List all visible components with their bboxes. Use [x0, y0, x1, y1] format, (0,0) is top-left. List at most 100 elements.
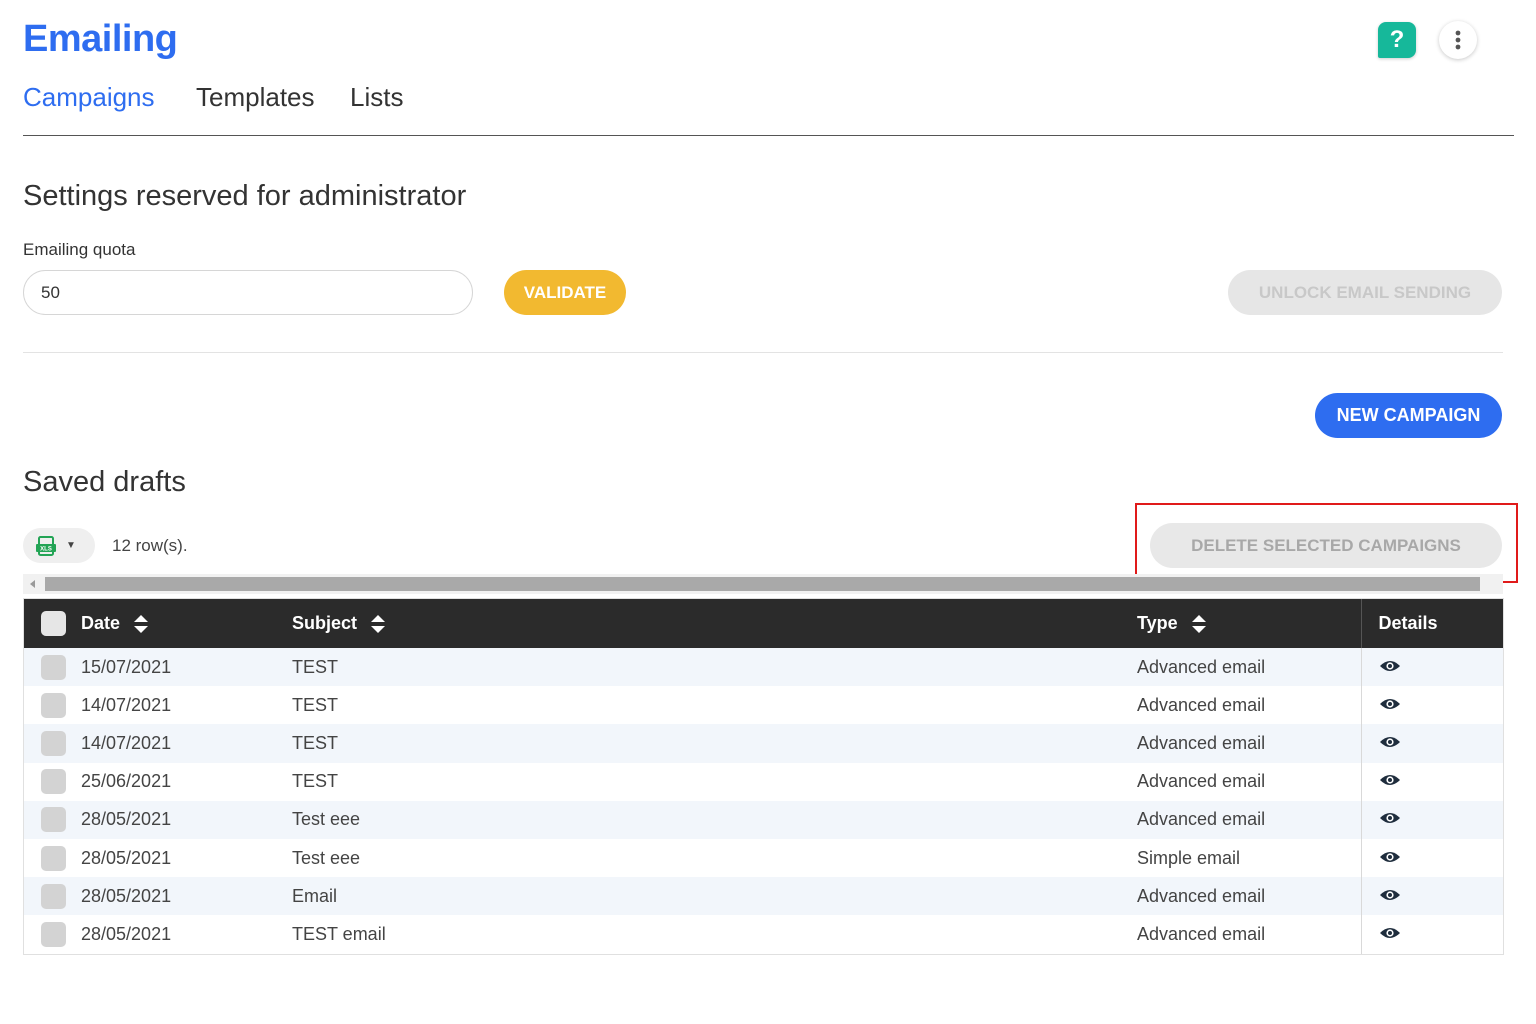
- table-row[interactable]: 14/07/2021 TEST Advanced email: [24, 686, 1503, 725]
- emailing-quota-label: Emailing quota: [23, 240, 136, 259]
- row-checkbox[interactable]: [41, 654, 66, 680]
- cell-date: 28/05/2021: [81, 923, 172, 944]
- more-options-button[interactable]: [1439, 21, 1477, 59]
- eye-icon[interactable]: [1379, 735, 1401, 749]
- row-select-cell: [24, 724, 81, 762]
- drafts-table: Date Subject Type Details 15/07/2021 TES…: [23, 598, 1504, 955]
- cell-subject: TEST: [292, 656, 339, 677]
- emailing-page: Emailing ? Campaigns Templates Lists Set…: [0, 0, 1536, 1024]
- select-all-checkbox[interactable]: [41, 611, 66, 636]
- cell-subject: Email: [292, 885, 338, 906]
- row-checkbox[interactable]: [41, 730, 66, 756]
- scrollbar-thumb[interactable]: [45, 577, 1480, 591]
- sort-icon: [134, 615, 149, 634]
- column-header-type[interactable]: Type: [1137, 599, 1361, 648]
- tab-lists[interactable]: Lists: [350, 82, 403, 113]
- tabs-divider: [23, 135, 1514, 136]
- export-dropdown-button[interactable]: XLS ▼: [23, 528, 95, 563]
- sort-icon: [371, 615, 386, 634]
- cell-date: 15/07/2021: [81, 656, 172, 677]
- row-count: 12 row(s).: [112, 536, 188, 555]
- tab-campaigns[interactable]: Campaigns: [23, 82, 155, 113]
- admin-settings-title: Settings reserved for administrator: [23, 180, 467, 212]
- cell-details: [1360, 915, 1503, 954]
- vertical-dots-icon: [1455, 30, 1461, 50]
- table-row[interactable]: 28/05/2021 TEST email Advanced email: [24, 915, 1503, 954]
- cell-subject: TEST: [292, 732, 339, 753]
- new-campaign-button[interactable]: NEW CAMPAIGN: [1315, 393, 1502, 438]
- row-select-cell: [24, 877, 81, 915]
- cell-details: [1360, 838, 1503, 878]
- cell-subject: TEST: [292, 771, 339, 792]
- cell-subject: Test eee: [292, 847, 361, 868]
- scroll-left-arrow-icon[interactable]: [30, 580, 35, 588]
- table-row[interactable]: 15/07/2021 TEST Advanced email: [24, 648, 1503, 687]
- admin-divider: [23, 352, 1503, 353]
- table-row[interactable]: 28/05/2021 Test eee Advanced email: [24, 800, 1503, 839]
- cell-date: 25/06/2021: [81, 771, 172, 792]
- cell-date: 14/07/2021: [81, 694, 172, 715]
- eye-icon[interactable]: [1379, 773, 1401, 787]
- tab-templates[interactable]: Templates: [196, 82, 315, 113]
- column-header-details-label: Details: [1378, 613, 1438, 633]
- table-row[interactable]: 28/05/2021 Email Advanced email: [24, 877, 1503, 916]
- cell-subject: TEST: [292, 694, 339, 715]
- cell-type: Advanced email: [1137, 923, 1266, 944]
- cell-details: [1360, 724, 1503, 763]
- row-select-cell: [24, 839, 81, 877]
- table-row[interactable]: 28/05/2021 Test eee Simple email: [24, 838, 1503, 878]
- table-row[interactable]: 14/07/2021 TEST Advanced email: [24, 724, 1503, 763]
- cell-details: [1360, 800, 1503, 839]
- unlock-email-sending-button[interactable]: UNLOCK EMAIL SENDING: [1228, 270, 1502, 315]
- row-select-cell: [24, 686, 81, 724]
- column-header-subject[interactable]: Subject: [292, 599, 1137, 648]
- table-row[interactable]: 25/06/2021 TEST Advanced email: [24, 762, 1503, 801]
- row-select-cell: [24, 801, 81, 839]
- eye-icon[interactable]: [1379, 888, 1401, 902]
- row-checkbox[interactable]: [41, 692, 66, 718]
- eye-icon[interactable]: [1379, 811, 1401, 825]
- help-icon: ?: [1389, 26, 1405, 53]
- app-title: Emailing: [23, 18, 178, 60]
- row-checkbox[interactable]: [41, 883, 66, 909]
- highlight-annotation-box: [1135, 503, 1518, 583]
- row-checkbox[interactable]: [41, 921, 66, 947]
- row-checkbox[interactable]: [41, 845, 66, 871]
- cell-details: [1360, 877, 1503, 916]
- cell-subject: TEST email: [292, 923, 386, 944]
- saved-drafts-title: Saved drafts: [23, 466, 186, 498]
- cell-date: 28/05/2021: [81, 847, 172, 868]
- cell-type: Simple email: [1137, 847, 1241, 868]
- row-select-cell: [24, 763, 81, 801]
- cell-date: 28/05/2021: [81, 885, 172, 906]
- spreadsheet-export-icon: XLS: [36, 535, 56, 556]
- table-header-row: Date Subject Type Details: [24, 599, 1503, 648]
- eye-icon[interactable]: [1379, 850, 1401, 864]
- sort-icon: [1191, 615, 1206, 634]
- emailing-quota-input[interactable]: [23, 270, 473, 315]
- cell-subject: Test eee: [292, 809, 361, 830]
- validate-button[interactable]: VALIDATE: [504, 270, 626, 315]
- column-header-type-label: Type: [1137, 612, 1178, 633]
- cell-type: Advanced email: [1137, 885, 1266, 906]
- cell-type: Advanced email: [1137, 656, 1266, 677]
- column-header-date-label: Date: [81, 612, 121, 633]
- column-header-date[interactable]: Date: [81, 599, 292, 648]
- eye-icon[interactable]: [1379, 926, 1401, 940]
- cell-type: Advanced email: [1137, 771, 1266, 792]
- cell-type: Advanced email: [1137, 694, 1266, 715]
- cell-date: 14/07/2021: [81, 732, 172, 753]
- cell-details: [1360, 686, 1503, 725]
- row-select-cell: [24, 648, 81, 686]
- horizontal-scrollbar[interactable]: [23, 574, 1503, 594]
- cell-type: Advanced email: [1137, 732, 1266, 753]
- chevron-down-icon: ▼: [66, 540, 76, 551]
- row-checkbox[interactable]: [41, 807, 66, 833]
- row-checkbox[interactable]: [41, 769, 66, 795]
- header-select-all-cell: [24, 599, 81, 648]
- eye-icon[interactable]: [1379, 659, 1401, 673]
- eye-icon[interactable]: [1379, 697, 1401, 711]
- help-button[interactable]: ?: [1378, 22, 1416, 58]
- cell-date: 28/05/2021: [81, 809, 172, 830]
- row-select-cell: [24, 915, 81, 953]
